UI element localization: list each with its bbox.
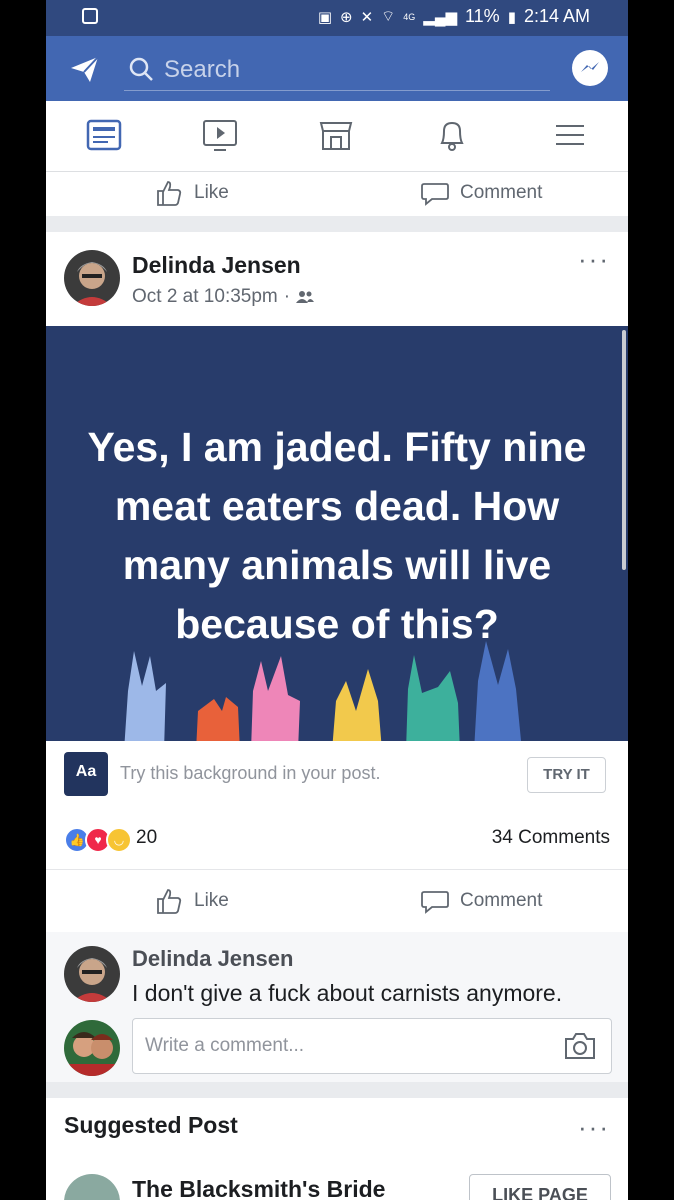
menu-icon[interactable] (550, 115, 590, 155)
post-actions: Like Comment (46, 870, 628, 932)
haha-reaction-icon: ◡ (106, 827, 132, 853)
current-user-avatar (64, 1020, 120, 1076)
status-bar: ▣ ⊕ ✕ ⌔ 4G ▂▄▆ 11% ▮ 2:14 AM (46, 0, 628, 36)
suggested-post-title: Suggested Post (64, 1112, 238, 1138)
like-page-button[interactable]: LIKE PAGE (469, 1174, 611, 1200)
try-it-button[interactable]: TRY IT (527, 757, 606, 793)
post-background-text: Yes, I am jaded. Fifty nine meat eaters … (46, 326, 628, 741)
previous-post-actions: Like Comment (46, 172, 628, 216)
write-comment-box[interactable] (132, 1018, 612, 1074)
reactions-summary[interactable]: 👍 ♥ ◡ 20 34 Comments (46, 807, 628, 870)
try-background-row: Aa Try this background in your post. TRY… (46, 741, 628, 807)
comment-button[interactable]: Comment (420, 876, 542, 926)
paper-plane-icon[interactable] (68, 52, 102, 86)
thumbs-up-icon (157, 181, 182, 206)
marketplace-icon[interactable] (316, 115, 356, 155)
commenter-avatar[interactable] (64, 946, 120, 1002)
news-feed-icon[interactable] (84, 115, 124, 155)
comment-label: Comment (460, 890, 543, 911)
post-timestamp[interactable]: Oct 2 at 10:35pm (132, 286, 278, 308)
suggested-more-options[interactable]: ··· (578, 1112, 610, 1143)
background-preview-icon[interactable]: Aa (64, 752, 108, 796)
battery-icon: ▮ (507, 8, 516, 26)
lock-icon: ▣ (317, 8, 332, 26)
search-bar[interactable] (124, 48, 550, 91)
clock: 2:14 AM (523, 6, 590, 26)
scrollbar[interactable] (622, 330, 626, 570)
signal-icon: ▂▄▆ (423, 8, 457, 26)
like-button[interactable]: Like (154, 168, 229, 218)
post-author-name[interactable]: Delinda Jensen (132, 252, 301, 279)
screen-cast-icon (82, 8, 98, 24)
post-header: Delinda Jensen Oct 2 at 10:35pm · ··· (46, 232, 628, 326)
search-icon (129, 57, 153, 81)
like-label: Like (194, 890, 229, 911)
app-header (46, 36, 628, 101)
comment-input[interactable] (143, 1031, 547, 1061)
messenger-icon[interactable] (572, 50, 608, 86)
mute-icon: ✕ (360, 8, 374, 26)
author-avatar[interactable] (64, 250, 120, 306)
hands-illustration (124, 641, 522, 741)
comment-bubble-icon (421, 183, 449, 206)
phone-screen: ▣ ⊕ ✕ ⌔ 4G ▂▄▆ 11% ▮ 2:14 AM Search Like… (46, 0, 628, 1200)
like-button[interactable]: Like (154, 876, 229, 926)
comment-label: Comment (460, 182, 543, 203)
main-nav (46, 101, 628, 172)
thumbs-up-icon (157, 889, 182, 914)
comment-button[interactable]: Comment (420, 168, 542, 218)
suggested-post: Suggested Post ··· The Blacksmith's Brid… (46, 1098, 628, 1200)
battery-percent: 11% (464, 6, 500, 26)
comments-section: Delinda Jensen I don't give a fuck about… (46, 932, 628, 1082)
page-avatar[interactable] (64, 1174, 120, 1200)
watch-video-icon[interactable] (200, 115, 240, 155)
comment-count[interactable]: 34 Comments (492, 827, 610, 849)
post-meta: Oct 2 at 10:35pm · (132, 286, 315, 308)
reaction-count[interactable]: 20 (136, 827, 157, 849)
comment-text: I don't give a fuck about carnists anymo… (132, 980, 563, 1006)
friends-audience-icon (296, 291, 315, 303)
reaction-icons: 👍 ♥ ◡ (64, 827, 132, 853)
page-name[interactable]: The Blacksmith's Bride (132, 1176, 385, 1200)
try-background-prompt: Try this background in your post. (120, 763, 381, 783)
wifi-icon: ⌔ (381, 8, 396, 25)
comment-author[interactable]: Delinda Jensen (132, 946, 293, 972)
comment-bubble-icon (421, 891, 449, 914)
status-indicators: ▣ ⊕ ✕ ⌔ 4G ▂▄▆ 11% ▮ 2:14 AM (318, 6, 590, 27)
like-label: Like (194, 182, 229, 203)
search-input[interactable] (162, 54, 546, 86)
notifications-bell-icon[interactable] (432, 115, 472, 155)
post-text: Yes, I am jaded. Fifty nine meat eaters … (87, 424, 587, 647)
data-saver-icon: ⊕ (340, 8, 353, 26)
post-more-options[interactable]: ··· (578, 244, 610, 275)
camera-icon[interactable] (563, 1031, 597, 1061)
meta-separator: · (283, 286, 291, 307)
network-type: 4G (403, 11, 416, 22)
